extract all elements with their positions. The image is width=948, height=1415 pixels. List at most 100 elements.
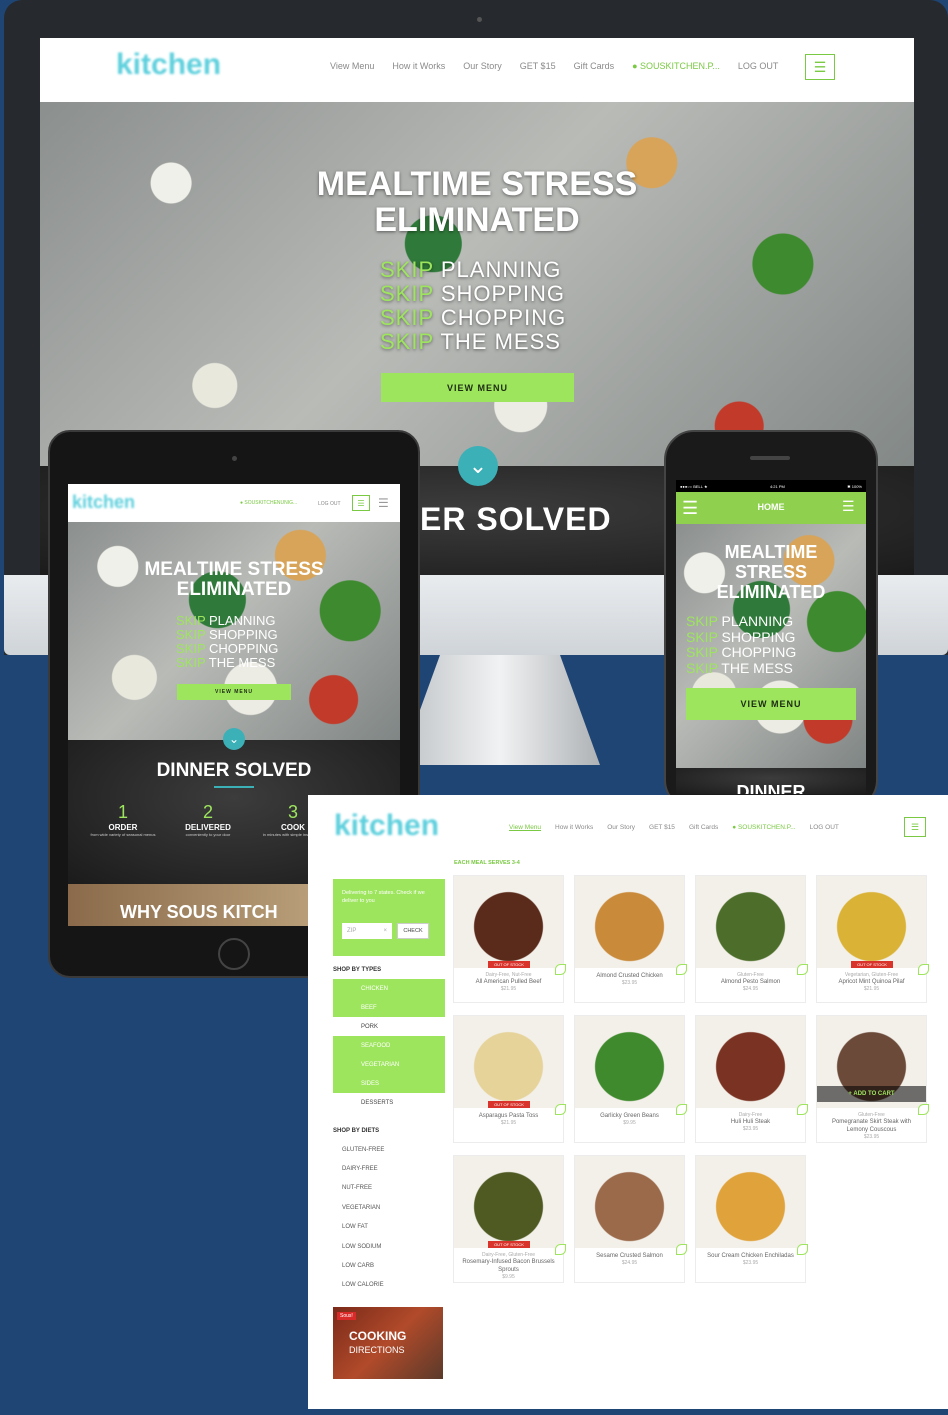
meal-card[interactable]: OUT OF STOCK Vegetarian, Gluten-Free Apric… — [816, 875, 929, 1003]
nav-logout[interactable]: LOG OUT — [738, 61, 779, 71]
tablet-view-menu-button[interactable]: VIEW MENU — [177, 684, 291, 700]
skip-line: SKIP CHOPPING — [380, 305, 567, 330]
diet-vegetarian[interactable]: VEGETARIAN — [333, 1198, 445, 1217]
nav-how-it-works[interactable]: How it Works — [555, 824, 593, 831]
nav-view-menu[interactable]: View Menu — [330, 61, 374, 71]
tablet-hero-title: MEALTIME STRESS ELIMINATED — [144, 559, 324, 600]
diet-low-sodium[interactable]: LOW SODIUM — [333, 1237, 445, 1256]
nav-get-15[interactable]: GET $15 — [649, 824, 675, 831]
monitor-stand — [400, 655, 600, 765]
promo-subtitle: DIRECTIONS — [349, 1345, 405, 1355]
meal-card[interactable]: Sour Cream Chicken Enchiladas $23.95 — [695, 1155, 808, 1283]
tablet-logout[interactable]: LOG OUT — [318, 501, 341, 507]
meal-price: $9.95 — [623, 1120, 636, 1126]
meal-card[interactable]: OUT OF STOCK Dairy-Free, Gluten-Free Rosem… — [453, 1155, 566, 1283]
nav-gift-cards[interactable]: Gift Cards — [574, 61, 615, 71]
meal-image[interactable]: OUT OF STOCK — [454, 876, 563, 968]
meal-card[interactable]: Almond Crusted Chicken $23.95 — [574, 875, 687, 1003]
meal-image[interactable] — [696, 1156, 805, 1248]
diet-dairy-free[interactable]: DAIRY-FREE — [333, 1159, 445, 1178]
diet-low-calorie[interactable]: LOW CALORIE — [333, 1276, 445, 1295]
diet-gluten-free[interactable]: GLUTEN-FREE — [333, 1140, 445, 1159]
meal-image[interactable] — [575, 1016, 684, 1108]
tablet-logo[interactable]: kitchen — [72, 492, 135, 513]
cart-button[interactable]: ☰ — [805, 54, 835, 80]
phone-dinner-section: DINNER — [676, 768, 866, 794]
tablet-cart-button[interactable]: ☰ — [352, 495, 370, 511]
meal-image[interactable] — [696, 1016, 805, 1108]
nav-user-account[interactable]: ● SOUSKITCHEN.P... — [632, 61, 720, 71]
leaf-icon — [555, 964, 566, 975]
meal-name[interactable]: Apricot Mint Quinoa Pilaf — [823, 978, 920, 986]
meal-image[interactable] — [696, 876, 805, 968]
hamburger-menu-icon[interactable]: ☰ — [378, 496, 389, 510]
site-logo[interactable]: kitchen — [116, 48, 221, 82]
nav-gift-cards[interactable]: Gift Cards — [689, 824, 718, 831]
scroll-down-icon[interactable]: ⌄ — [458, 446, 498, 486]
hero-view-menu-button[interactable]: VIEW MENU — [381, 373, 574, 402]
meal-name[interactable]: Pomegranate Skirt Steak with Lemony Cous… — [823, 1118, 920, 1134]
nav-how-it-works[interactable]: How it Works — [392, 61, 445, 71]
meal-name[interactable]: Asparagus Pasta Toss — [460, 1112, 557, 1120]
type-chicken[interactable]: CHICKEN — [333, 979, 445, 998]
type-pork[interactable]: PORK — [333, 1017, 445, 1036]
menu-logo[interactable]: kitchen — [334, 809, 439, 843]
meal-name[interactable]: Huli Huli Steak — [702, 1118, 799, 1126]
meal-name[interactable]: Sesame Crusted Salmon — [581, 1252, 678, 1260]
type-seafood[interactable]: SEAFOOD — [333, 1036, 445, 1055]
meal-card[interactable]: Sesame Crusted Salmon $24.95 — [574, 1155, 687, 1283]
hero-title: MEALTIME STRESS ELIMINATED — [40, 166, 914, 238]
type-desserts[interactable]: DESSERTS — [333, 1093, 445, 1112]
delivery-text: Delivering to 7 states. Check if we deli… — [342, 890, 425, 904]
type-beef[interactable]: BEEF — [333, 998, 445, 1017]
diet-low-fat[interactable]: LOW FAT — [333, 1218, 445, 1237]
diet-low-carb[interactable]: LOW CARB — [333, 1256, 445, 1275]
meal-card[interactable]: OUT OF STOCK Asparagus Pasta Toss $21.95 — [453, 1015, 566, 1143]
meal-image[interactable] — [575, 876, 684, 968]
serves-note: EACH MEAL SERVES 3-4 — [454, 860, 520, 866]
meal-name[interactable]: Rosemary-Infused Bacon Brussels Sprouts — [460, 1258, 557, 1274]
type-vegetarian[interactable]: VEGETARIAN — [333, 1055, 445, 1074]
meal-name[interactable]: Garlicky Green Beans — [581, 1112, 678, 1120]
meal-card[interactable]: OUT OF STOCK Dairy-Free, Nut-Free All Amer… — [453, 875, 566, 1003]
meal-card[interactable]: Gluten-Free Almond Pesto Salmon $24.95 — [695, 875, 808, 1003]
meal-card[interactable]: Dairy-Free Huli Huli Steak $23.95 — [695, 1015, 808, 1143]
meal-price: $21.95 — [863, 986, 880, 992]
nav-user-account[interactable]: ● SOUSKITCHEN.P... — [732, 824, 795, 831]
desktop-nav: View Menu How it Works Our Story GET $15… — [330, 61, 796, 71]
add-to-cart-button[interactable]: + ADD TO CART — [817, 1086, 926, 1102]
shop-by-types-heading: SHOP BY TYPES — [333, 967, 382, 973]
hero-skip-list: SKIP PLANNING SKIP SHOPPING SKIP CHOPPIN… — [380, 258, 566, 354]
nav-view-menu[interactable]: View Menu — [509, 824, 541, 831]
nav-logout[interactable]: LOG OUT — [810, 824, 839, 831]
phone-cart-icon[interactable]: ☰ — [842, 498, 855, 515]
leaf-icon — [797, 1104, 808, 1115]
meal-name[interactable]: All American Pulled Beef — [460, 978, 557, 986]
tablet-scroll-down-icon[interactable]: ⌄ — [223, 728, 245, 750]
meal-name[interactable]: Sour Cream Chicken Enchiladas — [702, 1252, 799, 1260]
meal-image[interactable]: OUT OF STOCK — [817, 876, 926, 968]
meal-card[interactable]: Garlicky Green Beans $9.95 — [574, 1015, 687, 1143]
meal-image[interactable]: OUT OF STOCK — [454, 1016, 563, 1108]
check-button[interactable]: CHECK — [397, 923, 429, 939]
leaf-icon — [918, 964, 929, 975]
tablet-home-button[interactable] — [218, 938, 250, 970]
tablet-user[interactable]: ● SOUSKITCHENUNIG... — [240, 500, 297, 506]
meal-name[interactable]: Almond Crusted Chicken — [581, 972, 678, 980]
meal-image[interactable] — [575, 1156, 684, 1248]
meal-name[interactable]: Almond Pesto Salmon — [702, 978, 799, 986]
out-of-stock-badge: OUT OF STOCK — [488, 1241, 530, 1248]
meal-image[interactable]: OUT OF STOCK — [454, 1156, 563, 1248]
nav-our-story[interactable]: Our Story — [463, 61, 502, 71]
menu-cart-button[interactable]: ☰ — [904, 817, 926, 837]
nav-our-story[interactable]: Our Story — [607, 824, 635, 831]
clear-icon[interactable]: × — [383, 928, 387, 934]
phone-view-menu-button[interactable]: VIEW MENU — [686, 688, 856, 720]
nav-get-15[interactable]: GET $15 — [520, 61, 556, 71]
meal-card[interactable]: + ADD TO CART Gluten-Free Pomegranate Skir… — [816, 1015, 929, 1143]
type-sides[interactable]: SIDES — [333, 1074, 445, 1093]
cooking-directions-promo[interactable]: Sous! COOKING DIRECTIONS — [333, 1307, 443, 1379]
meal-image[interactable]: + ADD TO CART — [817, 1016, 926, 1108]
zip-input[interactable]: ZIP × — [342, 923, 392, 939]
diet-nut-free[interactable]: NUT-FREE — [333, 1179, 445, 1198]
